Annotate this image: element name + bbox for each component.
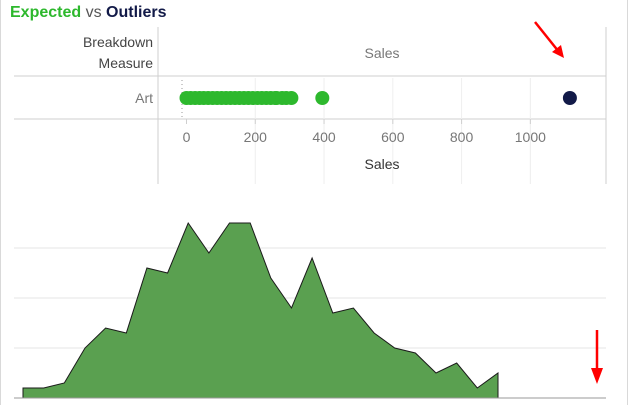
area-series [22, 221, 499, 399]
tail-arrow [591, 330, 603, 384]
viz-container: Expected vs Outliers Breakdown Measure S… [0, 0, 628, 405]
distribution-area-chart [14, 221, 606, 399]
